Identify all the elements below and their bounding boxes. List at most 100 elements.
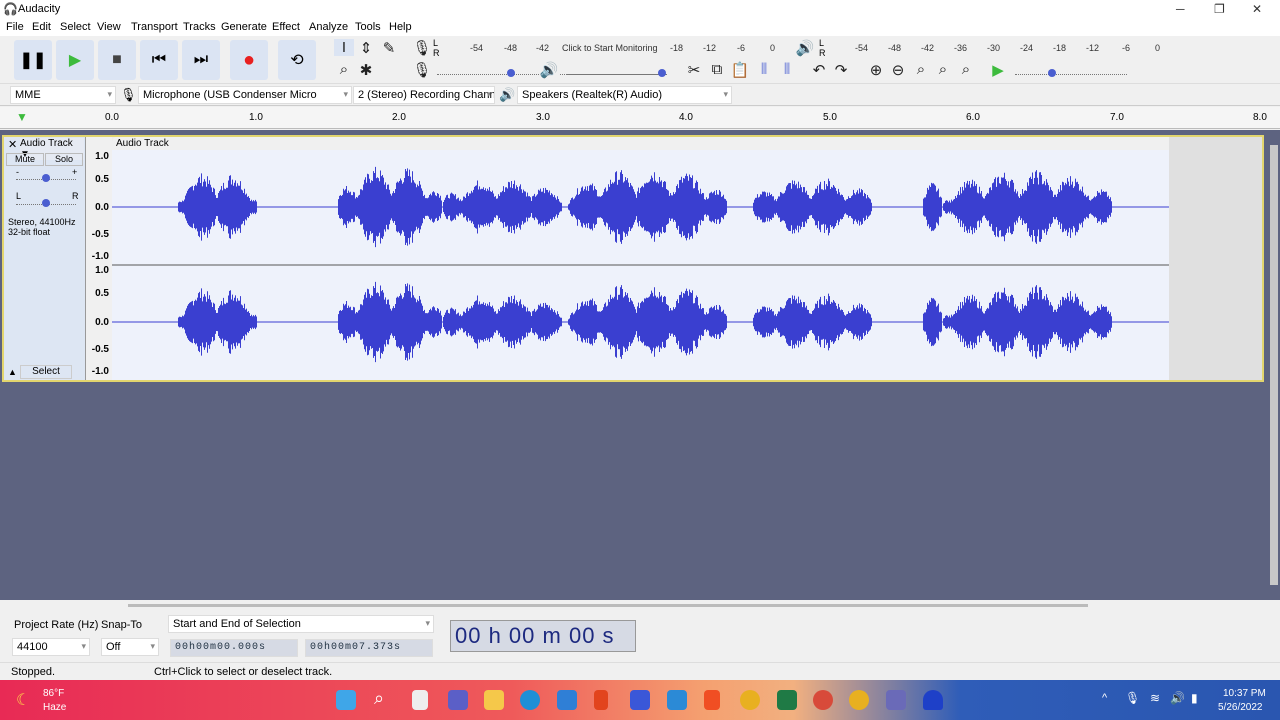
track-area[interactable]: ✕ Audio Track ▼ Mute Solo - + L R Stereo… [0, 130, 1280, 600]
trim-icon[interactable]: ⦀ [754, 61, 774, 78]
store-icon[interactable] [667, 690, 687, 710]
clock-time[interactable]: 10:37 PM [1223, 688, 1266, 699]
redo-icon[interactable]: ↷ [831, 61, 851, 79]
draw-tool-icon[interactable]: ✎ [379, 39, 399, 57]
pan-slider[interactable] [16, 199, 76, 207]
playback-device-select[interactable]: Speakers (Realtek(R) Audio) ▾ [517, 86, 732, 104]
stop-button[interactable]: ■ [98, 40, 136, 80]
solo-button[interactable]: Solo [45, 153, 83, 166]
task-view-icon[interactable] [412, 690, 428, 710]
select-track-button[interactable]: Select [20, 365, 72, 379]
slider-knob[interactable] [1048, 69, 1056, 77]
zoom-out-icon[interactable]: ⊖ [888, 61, 908, 79]
mute-button[interactable]: Mute [6, 153, 44, 166]
audio-track[interactable]: ✕ Audio Track ▼ Mute Solo - + L R Stereo… [2, 135, 1264, 382]
fit-selection-icon[interactable]: ⌕ [911, 61, 931, 78]
pause-button[interactable]: ❚❚ [14, 40, 52, 80]
menu-edit[interactable]: Edit [32, 21, 51, 33]
multi-tool-icon[interactable]: ✱ [356, 61, 376, 79]
skip-to-start-button[interactable]: ⏮ [140, 40, 178, 80]
menu-tracks[interactable]: Tracks [183, 21, 216, 33]
play-speed-slider[interactable] [1015, 69, 1127, 77]
minimize-button[interactable]: ─ [1176, 2, 1185, 16]
paste-icon[interactable]: 📋 [730, 61, 750, 79]
selection-tool-icon[interactable]: I [334, 39, 354, 56]
close-track-icon[interactable]: ✕ [8, 138, 17, 151]
clip-header[interactable]: Audio Track [112, 137, 1169, 151]
play-head-icon[interactable]: ▼ [16, 110, 28, 124]
excel-icon[interactable] [777, 690, 797, 710]
mail-icon[interactable] [557, 690, 577, 710]
menu-generate[interactable]: Generate [221, 21, 267, 33]
record-meter[interactable]: -54 -48 -42 Click to Start Monitoring -1… [445, 38, 785, 58]
timeline-ruler[interactable]: ▼ 0.0 1.0 2.0 3.0 4.0 5.0 6.0 7.0 8.0 [0, 107, 1280, 129]
project-rate-select[interactable]: 44100 ▾ [12, 638, 90, 656]
vertical-scrollbar[interactable] [1270, 145, 1278, 585]
slider-knob[interactable] [42, 174, 50, 182]
recording-channels-select[interactable]: 2 (Stereo) Recording Chann ▾ [353, 86, 495, 104]
play-at-speed-icon[interactable]: ▶ [988, 61, 1008, 79]
recording-device-select[interactable]: Microphone (USB Condenser Micro ▾ [138, 86, 352, 104]
brave-icon[interactable] [704, 690, 720, 710]
slider-knob[interactable] [658, 69, 666, 77]
start-icon[interactable] [336, 690, 356, 710]
microphone-tray-icon[interactable]: 🎙 [1125, 691, 1140, 705]
audio-position-display[interactable]: 00 h 00 m 00 s [450, 620, 636, 652]
slider-knob[interactable] [42, 199, 50, 207]
volume-icon[interactable]: 🔊 [1170, 691, 1185, 705]
horizontal-scrollbar[interactable] [0, 600, 1280, 610]
selection-mode-select[interactable]: Start and End of Selection ▾ [168, 615, 434, 633]
close-button[interactable]: ✕ [1252, 2, 1262, 16]
weather-condition[interactable]: Haze [43, 702, 66, 713]
office-icon[interactable] [594, 690, 608, 710]
zoom-tool-icon[interactable]: ⌕ [334, 61, 354, 78]
menu-help[interactable]: Help [389, 21, 412, 33]
teams-icon[interactable] [448, 690, 468, 710]
playback-volume-slider[interactable] [566, 69, 666, 77]
search-icon[interactable]: ⌕ [374, 688, 384, 709]
weather-moon-icon[interactable]: ☾ [16, 690, 30, 710]
record-button[interactable]: ● [230, 40, 268, 80]
selection-end-field[interactable]: 00h00m07.373s [305, 639, 433, 657]
menu-tools[interactable]: Tools [355, 21, 381, 33]
play-button[interactable]: ▶ [56, 40, 94, 80]
maximize-button[interactable]: ❐ [1214, 2, 1225, 16]
envelope-tool-icon[interactable]: ⇕ [356, 39, 376, 57]
menu-file[interactable]: File [6, 21, 24, 33]
silence-icon[interactable]: ⦀ [777, 61, 797, 78]
chrome-profile-r-icon[interactable] [813, 690, 833, 710]
menu-effect[interactable]: Effect [272, 21, 300, 33]
collapse-track-icon[interactable]: ▲ [8, 367, 17, 377]
copy-icon[interactable]: ⧉ [707, 61, 727, 78]
edge-icon[interactable] [520, 690, 540, 710]
playback-meter[interactable]: -54 -48 -42 -36 -30 -24 -18 -12 -6 0 [830, 38, 1170, 58]
chrome-profile-icon[interactable] [740, 690, 760, 710]
loop-button[interactable]: ⟲ [278, 40, 316, 80]
snap-to-select[interactable]: Off ▾ [101, 638, 159, 656]
audio-host-select[interactable]: MME ▾ [10, 86, 116, 104]
waveform[interactable] [112, 150, 1169, 380]
cut-icon[interactable]: ✂ [684, 61, 704, 79]
battery-icon[interactable]: ▮ [1191, 691, 1198, 705]
chevron-up-icon[interactable]: ^ [1102, 692, 1107, 704]
slider-knob[interactable] [507, 69, 515, 77]
menu-select[interactable]: Select [60, 21, 91, 33]
file-explorer-icon[interactable] [484, 690, 504, 710]
fit-project-icon[interactable]: ⌕ [933, 61, 953, 78]
skip-to-end-button[interactable]: ⏭ [182, 40, 220, 80]
empty-track-region[interactable] [1169, 137, 1262, 380]
clock-date[interactable]: 5/26/2022 [1218, 702, 1263, 713]
menu-transport[interactable]: Transport [131, 21, 178, 33]
gain-slider[interactable] [16, 174, 76, 182]
app-icon[interactable] [630, 690, 650, 710]
menu-view[interactable]: View [97, 21, 121, 33]
start-monitoring-prompt[interactable]: Click to Start Monitoring [562, 43, 658, 53]
weather-temp[interactable]: 86°F [43, 688, 64, 699]
wifi-icon[interactable]: ≋ [1150, 691, 1160, 705]
chrome-icon[interactable] [849, 690, 869, 710]
undo-icon[interactable]: ↶ [809, 61, 829, 79]
selection-start-field[interactable]: 00h00m00.000s [170, 639, 298, 657]
audacity-taskbar-icon[interactable] [923, 690, 943, 710]
screen-recorder-icon[interactable] [886, 690, 906, 710]
zoom-toggle-icon[interactable]: ⌕ [956, 61, 976, 78]
